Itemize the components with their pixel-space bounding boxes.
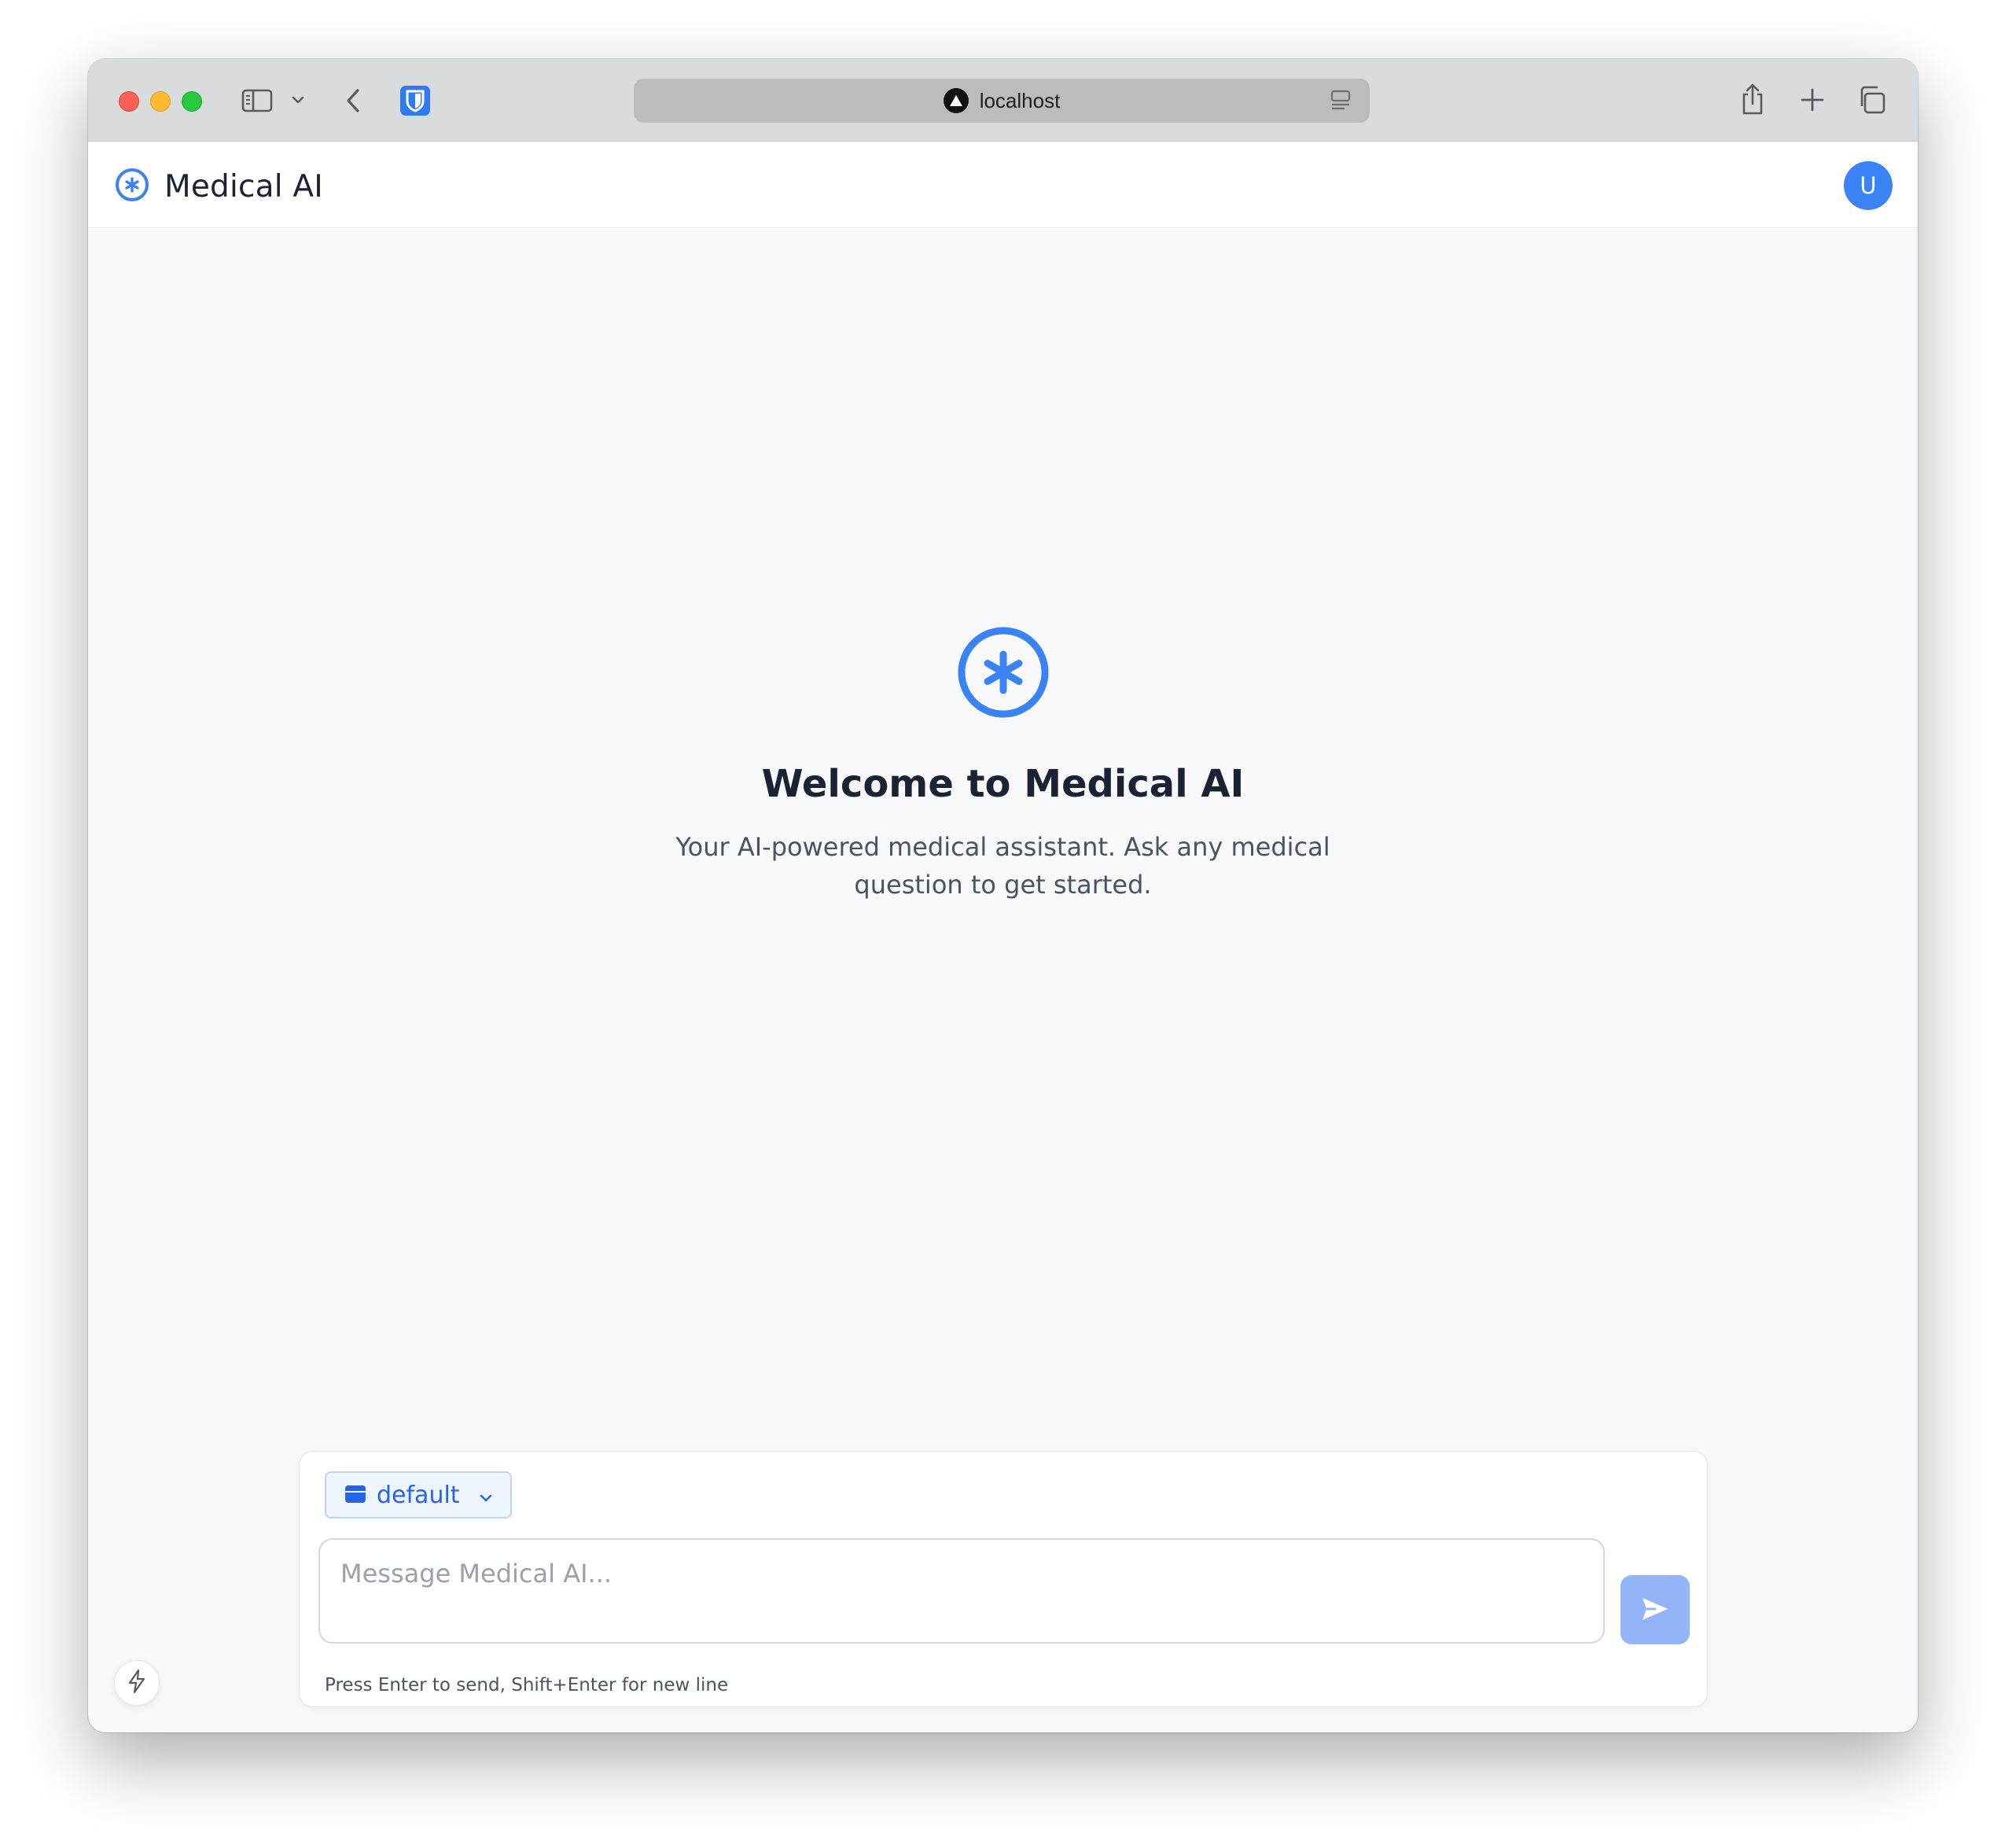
send-icon [1640,1596,1670,1625]
avatar[interactable]: U [1844,161,1893,210]
welcome-title: Welcome to Medical AI [761,762,1245,806]
new-tab-icon[interactable] [1799,87,1826,113]
tab-overview-icon[interactable] [1856,84,1887,116]
app-header: Medical AI U [88,142,1918,228]
medical-asterisk-icon [114,167,150,206]
welcome-subtitle: Your AI-powered medical assistant. Ask a… [675,832,1330,900]
message-composer: default Press Enter to send, Shift+Enter… [299,1451,1708,1707]
composer-hint: Press Enter to send, Shift+Enter for new… [325,1675,729,1695]
medical-asterisk-icon [956,625,1050,720]
back-icon[interactable] [341,86,365,116]
minimize-window-button[interactable] [150,91,171,112]
message-input[interactable] [318,1538,1605,1644]
sidebar-icon[interactable] [240,87,274,115]
site-favicon-icon [943,88,969,113]
send-button[interactable] [1621,1575,1690,1644]
chevron-down-icon[interactable] [290,92,306,108]
quick-actions-button[interactable] [114,1660,160,1706]
app-title: Medical AI [164,168,323,204]
browser-window: localhost Medical AI U Welcome to Medica… [88,59,1918,1732]
lightning-icon [126,1669,148,1697]
welcome-section: Welcome to Medical AI Your AI-powered me… [88,625,1918,904]
reader-icon[interactable] [1329,90,1352,115]
browser-toolbar: localhost [88,59,1918,142]
close-window-button[interactable] [119,91,139,112]
bitwarden-icon[interactable] [399,85,431,116]
brand[interactable]: Medical AI [114,167,323,206]
address-text: localhost [979,88,1061,112]
model-icon [345,1482,366,1509]
zoom-window-button[interactable] [182,91,202,112]
share-icon[interactable] [1739,81,1766,117]
model-selector-label: default [377,1481,460,1509]
model-selector[interactable]: default [325,1471,512,1519]
chevron-down-icon [479,1482,493,1509]
address-bar[interactable]: localhost [634,79,1370,123]
